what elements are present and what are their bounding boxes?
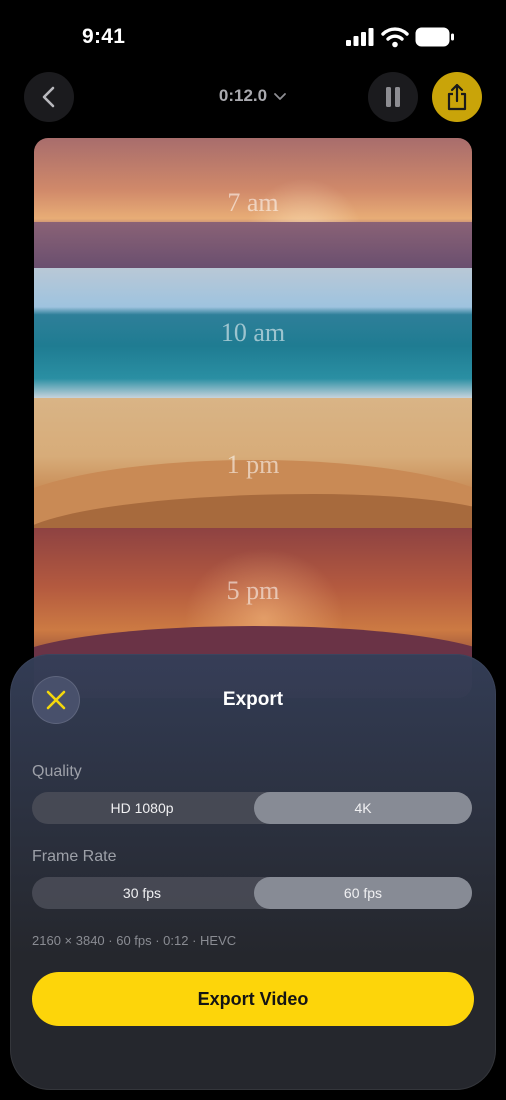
cellular-signal-icon	[346, 28, 374, 46]
battery-icon	[415, 27, 454, 47]
export-video-button[interactable]: Export Video	[32, 972, 474, 1026]
quality-option-4k[interactable]: 4K	[254, 792, 472, 824]
frame-label: 5 pm	[226, 576, 280, 605]
frame-rate-segmented-control: 30 fps 60 fps	[32, 877, 472, 909]
export-specs: 2160 × 3840 · 60 fps · 0:12 · HEVC	[32, 933, 237, 948]
timeline-frame-7am[interactable]: 7 am	[34, 138, 472, 268]
share-button[interactable]	[432, 72, 482, 122]
frame-label: 10 am	[220, 318, 286, 347]
timeline-strip: 7 am 10 am 1 pm 5 pm	[34, 138, 472, 698]
quality-option-hd-1080p[interactable]: HD 1080p	[32, 792, 252, 824]
frame-rate-option-30fps[interactable]: 30 fps	[32, 877, 252, 909]
pause-icon	[386, 87, 400, 107]
quality-label: Quality	[32, 763, 82, 780]
frame-rate-label: Frame Rate	[32, 848, 117, 865]
duration-selector[interactable]: 0:12.0	[0, 86, 506, 106]
quality-segmented-control: HD 1080p 4K	[32, 792, 472, 824]
sheet-title: Export	[222, 689, 284, 710]
frame-label: 7 am	[227, 188, 279, 217]
export-sheet: Export Quality HD 1080p 4K Frame Rate 30…	[10, 654, 496, 1090]
status-time: 9:41	[82, 25, 126, 48]
status-bar: 9:41	[0, 0, 506, 64]
frame-label: 1 pm	[226, 450, 280, 479]
share-icon	[447, 83, 467, 111]
frame-rate-option-60fps[interactable]: 60 fps	[254, 877, 472, 909]
wifi-icon	[381, 27, 409, 48]
duration-value: 0:12.0	[218, 86, 268, 105]
chevron-down-icon	[274, 92, 286, 100]
pause-button[interactable]	[368, 72, 418, 122]
timeline-frame-10am[interactable]: 10 am	[34, 268, 472, 398]
timeline-frame-1pm[interactable]: 1 pm	[34, 398, 472, 528]
sea-layer	[34, 222, 472, 268]
